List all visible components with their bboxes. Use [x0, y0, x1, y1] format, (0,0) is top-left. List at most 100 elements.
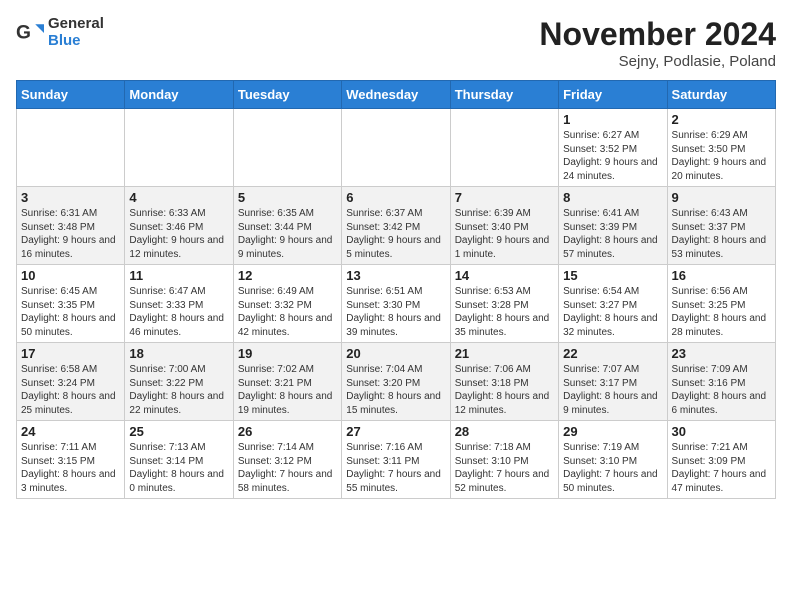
calendar-cell: 30Sunrise: 7:21 AM Sunset: 3:09 PM Dayli…	[667, 421, 775, 499]
calendar-cell: 6 Sunrise: 6:37 AM Sunset: 3:42 PM Daylig…	[342, 187, 450, 265]
weekday-header: Tuesday	[233, 81, 341, 109]
day-detail: Sunrise: 6:51 AM Sunset: 3:30 PM Dayligh…	[346, 285, 445, 339]
day-number: 17	[21, 346, 120, 361]
calendar-cell: 18 Sunrise: 7:00 AM Sunset: 3:22 PM Dayli…	[125, 343, 233, 421]
calendar-cell: 17Sunrise: 6:58 AM Sunset: 3:24 PM Dayli…	[17, 343, 125, 421]
calendar-cell: 21 Sunrise: 7:06 AM Sunset: 3:18 PM Dayli…	[450, 343, 558, 421]
logo-line2: Blue	[48, 33, 104, 50]
day-number: 11	[129, 268, 228, 283]
day-detail: Sunrise: 7:04 AM Sunset: 3:20 PM Dayligh…	[346, 363, 445, 417]
calendar-cell: 3Sunrise: 6:31 AM Sunset: 3:48 PM Daylig…	[17, 187, 125, 265]
day-detail: Sunrise: 6:49 AM Sunset: 3:32 PM Dayligh…	[238, 285, 337, 339]
day-detail: Sunrise: 6:47 AM Sunset: 3:33 PM Dayligh…	[129, 285, 228, 339]
calendar-cell: 25 Sunrise: 7:13 AM Sunset: 3:14 PM Dayli…	[125, 421, 233, 499]
calendar-cell: 2 Sunrise: 6:29 AM Sunset: 3:50 PM Daylig…	[667, 109, 775, 187]
day-number: 25	[129, 424, 228, 439]
calendar-week-row: 24 Sunrise: 7:11 AM Sunset: 3:15 PM Dayli…	[17, 421, 776, 499]
day-number: 19	[238, 346, 337, 361]
day-detail: Sunrise: 6:43 AM Sunset: 3:37 PM Dayligh…	[672, 207, 771, 261]
calendar-cell: 26 Sunrise: 7:14 AM Sunset: 3:12 PM Dayli…	[233, 421, 341, 499]
title-block: November 2024 Sejny, Podlasie, Poland	[539, 16, 776, 70]
calendar-header-row: SundayMondayTuesdayWednesdayThursdayFrid…	[17, 81, 776, 109]
weekday-header: Thursday	[450, 81, 558, 109]
day-detail: Sunrise: 7:16 AM Sunset: 3:11 PM Dayligh…	[346, 441, 445, 495]
day-detail: Sunrise: 6:37 AM Sunset: 3:42 PM Dayligh…	[346, 207, 445, 261]
logo-icon: G	[16, 19, 44, 47]
calendar-week-row: 3Sunrise: 6:31 AM Sunset: 3:48 PM Daylig…	[17, 187, 776, 265]
page-subtitle: Sejny, Podlasie, Poland	[539, 53, 776, 70]
calendar-cell: 24 Sunrise: 7:11 AM Sunset: 3:15 PM Dayli…	[17, 421, 125, 499]
weekday-header: Monday	[125, 81, 233, 109]
day-number: 30	[672, 424, 771, 439]
day-detail: Sunrise: 7:06 AM Sunset: 3:18 PM Dayligh…	[455, 363, 554, 417]
day-detail: Sunrise: 6:56 AM Sunset: 3:25 PM Dayligh…	[672, 285, 771, 339]
page-title: November 2024	[539, 16, 776, 53]
day-detail: Sunrise: 7:07 AM Sunset: 3:17 PM Dayligh…	[563, 363, 662, 417]
calendar-cell: 14 Sunrise: 6:53 AM Sunset: 3:28 PM Dayli…	[450, 265, 558, 343]
weekday-header: Saturday	[667, 81, 775, 109]
day-number: 24	[21, 424, 120, 439]
calendar-cell	[233, 109, 341, 187]
day-detail: Sunrise: 7:19 AM Sunset: 3:10 PM Dayligh…	[563, 441, 662, 495]
day-number: 21	[455, 346, 554, 361]
svg-text:G: G	[16, 22, 31, 43]
calendar-cell: 12 Sunrise: 6:49 AM Sunset: 3:32 PM Dayli…	[233, 265, 341, 343]
day-detail: Sunrise: 6:53 AM Sunset: 3:28 PM Dayligh…	[455, 285, 554, 339]
day-detail: Sunrise: 6:27 AM Sunset: 3:52 PM Dayligh…	[563, 129, 662, 183]
weekday-header: Wednesday	[342, 81, 450, 109]
day-number: 3	[21, 190, 120, 205]
day-number: 26	[238, 424, 337, 439]
page-header: G General Blue November 2024 Sejny, Podl…	[16, 16, 776, 70]
calendar-cell: 7Sunrise: 6:39 AM Sunset: 3:40 PM Daylig…	[450, 187, 558, 265]
day-number: 22	[563, 346, 662, 361]
day-detail: Sunrise: 6:35 AM Sunset: 3:44 PM Dayligh…	[238, 207, 337, 261]
day-number: 14	[455, 268, 554, 283]
day-detail: Sunrise: 7:14 AM Sunset: 3:12 PM Dayligh…	[238, 441, 337, 495]
calendar-cell: 5 Sunrise: 6:35 AM Sunset: 3:44 PM Daylig…	[233, 187, 341, 265]
calendar-cell: 23Sunrise: 7:09 AM Sunset: 3:16 PM Dayli…	[667, 343, 775, 421]
day-detail: Sunrise: 7:13 AM Sunset: 3:14 PM Dayligh…	[129, 441, 228, 495]
day-number: 15	[563, 268, 662, 283]
day-number: 12	[238, 268, 337, 283]
calendar-cell	[17, 109, 125, 187]
day-number: 2	[672, 112, 771, 127]
day-detail: Sunrise: 7:09 AM Sunset: 3:16 PM Dayligh…	[672, 363, 771, 417]
day-detail: Sunrise: 7:18 AM Sunset: 3:10 PM Dayligh…	[455, 441, 554, 495]
weekday-header: Sunday	[17, 81, 125, 109]
day-number: 4	[129, 190, 228, 205]
day-number: 28	[455, 424, 554, 439]
calendar-cell	[450, 109, 558, 187]
calendar-table: SundayMondayTuesdayWednesdayThursdayFrid…	[16, 80, 776, 499]
calendar-cell: 22 Sunrise: 7:07 AM Sunset: 3:17 PM Dayli…	[559, 343, 667, 421]
calendar-cell: 19 Sunrise: 7:02 AM Sunset: 3:21 PM Dayli…	[233, 343, 341, 421]
calendar-cell	[125, 109, 233, 187]
day-number: 8	[563, 190, 662, 205]
calendar-cell: 27Sunrise: 7:16 AM Sunset: 3:11 PM Dayli…	[342, 421, 450, 499]
calendar-cell: 4Sunrise: 6:33 AM Sunset: 3:46 PM Daylig…	[125, 187, 233, 265]
day-detail: Sunrise: 7:11 AM Sunset: 3:15 PM Dayligh…	[21, 441, 120, 495]
day-detail: Sunrise: 6:29 AM Sunset: 3:50 PM Dayligh…	[672, 129, 771, 183]
calendar-week-row: 1Sunrise: 6:27 AM Sunset: 3:52 PM Daylig…	[17, 109, 776, 187]
logo-line1: General	[48, 16, 104, 33]
calendar-cell: 11 Sunrise: 6:47 AM Sunset: 3:33 PM Dayli…	[125, 265, 233, 343]
calendar-cell: 1Sunrise: 6:27 AM Sunset: 3:52 PM Daylig…	[559, 109, 667, 187]
day-number: 18	[129, 346, 228, 361]
logo-text: General Blue	[48, 16, 104, 49]
day-number: 7	[455, 190, 554, 205]
day-detail: Sunrise: 7:00 AM Sunset: 3:22 PM Dayligh…	[129, 363, 228, 417]
day-detail: Sunrise: 7:02 AM Sunset: 3:21 PM Dayligh…	[238, 363, 337, 417]
calendar-cell	[342, 109, 450, 187]
weekday-header: Friday	[559, 81, 667, 109]
logo: G General Blue	[16, 16, 104, 49]
day-number: 5	[238, 190, 337, 205]
calendar-cell: 16Sunrise: 6:56 AM Sunset: 3:25 PM Dayli…	[667, 265, 775, 343]
day-number: 29	[563, 424, 662, 439]
calendar-cell: 10Sunrise: 6:45 AM Sunset: 3:35 PM Dayli…	[17, 265, 125, 343]
calendar-week-row: 10Sunrise: 6:45 AM Sunset: 3:35 PM Dayli…	[17, 265, 776, 343]
day-number: 6	[346, 190, 445, 205]
calendar-cell: 28 Sunrise: 7:18 AM Sunset: 3:10 PM Dayli…	[450, 421, 558, 499]
calendar-cell: 8Sunrise: 6:41 AM Sunset: 3:39 PM Daylig…	[559, 187, 667, 265]
day-number: 20	[346, 346, 445, 361]
calendar-cell: 9Sunrise: 6:43 AM Sunset: 3:37 PM Daylig…	[667, 187, 775, 265]
calendar-cell: 15Sunrise: 6:54 AM Sunset: 3:27 PM Dayli…	[559, 265, 667, 343]
